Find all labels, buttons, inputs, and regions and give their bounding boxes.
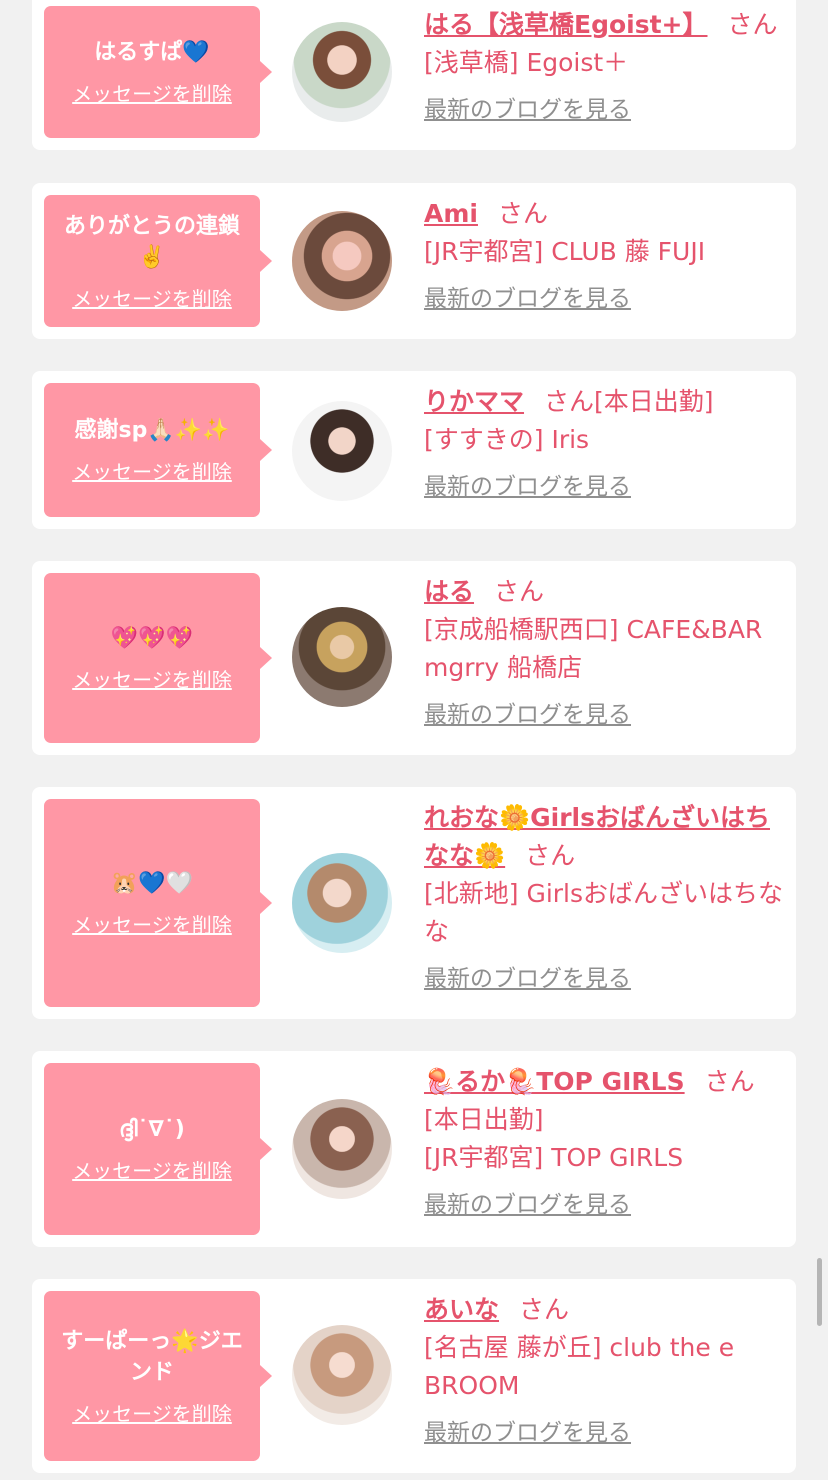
shop-text: [すすきの] Iris <box>424 425 590 454</box>
latest-blog-link[interactable]: 最新のブログを見る <box>424 695 631 729</box>
message-text: すーぱーっ🌟ジエンド <box>61 1328 243 1385</box>
scrollbar-thumb[interactable] <box>817 1258 822 1326</box>
message-card: 🐹💙🤍 メッセージを削除 れおな🌼Girlsおばんざいはちなな🌼 さん [北新地]… <box>32 787 796 1019</box>
message-card: ありがとうの連鎖✌️ メッセージを削除 Ami さん [JR宇都宮] CLUB 藤… <box>32 183 796 339</box>
message-bubble: 🐹💙🤍 メッセージを削除 <box>44 799 272 1007</box>
avatar[interactable] <box>292 1099 392 1199</box>
avatar[interactable] <box>292 853 392 953</box>
cast-name-link[interactable]: 🪼るか🪼TOP GIRLS <box>424 1067 685 1096</box>
latest-blog-link[interactable]: 最新のブログを見る <box>424 1413 631 1447</box>
message-bubble: はるすぱ💙 メッセージを削除 <box>44 6 272 138</box>
delete-message-link[interactable]: メッセージを削除 <box>72 664 232 693</box>
cast-name-line: はる【浅草橋Egoist+】 さん <box>424 6 784 44</box>
delete-message-link[interactable]: メッセージを削除 <box>72 909 232 938</box>
cast-name-link[interactable]: れおな🌼Girlsおばんざいはちなな🌼 <box>424 803 770 870</box>
avatar[interactable] <box>292 1325 392 1425</box>
delete-message-link[interactable]: メッセージを削除 <box>72 78 232 107</box>
honorific: さん <box>525 841 576 870</box>
cast-info: はる【浅草橋Egoist+】 さん [浅草橋] Egoist＋ 最新のブログを見る <box>424 6 784 124</box>
cast-info: れおな🌼Girlsおばんざいはちなな🌼 さん [北新地] Girlsおばんざいはち… <box>424 799 784 993</box>
message-card: 感謝sp🙏🏻✨✨ メッセージを削除 りかママ さん[本日出勤] [すすきの] Ir… <box>32 371 796 529</box>
cast-name-line: りかママ さん[本日出勤] <box>424 383 784 421</box>
message-text: はるすぱ💙 <box>94 40 210 65</box>
shop-text: [本日出勤] <box>424 1105 544 1134</box>
status-tag: [本日出勤] <box>594 387 714 416</box>
delete-message-link[interactable]: メッセージを削除 <box>72 1155 232 1184</box>
shop-text: [JR宇都宮] CLUB 藤 FUJI <box>424 237 706 266</box>
honorific: さん <box>704 1067 755 1096</box>
message-card: すーぱーっ🌟ジエンド メッセージを削除 あいな さん [名古屋 藤が丘] club… <box>32 1279 796 1473</box>
honorific: さん <box>519 1295 570 1324</box>
cast-info: 🪼るか🪼TOP GIRLS さん [本日出勤] [JR宇都宮] TOP GIRLS… <box>424 1063 784 1219</box>
cast-name-line: Ami さん <box>424 195 784 233</box>
cast-name-line: れおな🌼Girlsおばんざいはちなな🌼 さん <box>424 799 784 875</box>
latest-blog-link[interactable]: 最新のブログを見る <box>424 1185 631 1219</box>
shop-text: [京成船橋駅西口] CAFE&BAR mgrry 船橋店 <box>424 615 763 682</box>
message-card: 💖💖💖 メッセージを削除 はる さん [京成船橋駅西口] CAFE&BAR mgr… <box>32 561 796 755</box>
message-bubble: ദ്ദി˙∇˙) メッセージを削除 <box>44 1063 272 1235</box>
message-bubble: 感謝sp🙏🏻✨✨ メッセージを削除 <box>44 383 272 517</box>
delete-message-link[interactable]: メッセージを削除 <box>72 283 232 312</box>
cast-name-link[interactable]: はる <box>424 577 474 606</box>
cast-info: りかママ さん[本日出勤] [すすきの] Iris 最新のブログを見る <box>424 383 784 501</box>
latest-blog-link[interactable]: 最新のブログを見る <box>424 279 631 313</box>
message-text: 💖💖💖 <box>110 626 194 651</box>
shop-text: [浅草橋] Egoist＋ <box>424 48 629 77</box>
message-text: 🐹💙🤍 <box>110 871 194 896</box>
avatar[interactable] <box>292 401 392 501</box>
cast-name-line: 🪼るか🪼TOP GIRLS さん <box>424 1063 784 1101</box>
avatar[interactable] <box>292 607 392 707</box>
avatar[interactable] <box>292 22 392 122</box>
honorific: さん <box>727 10 778 39</box>
cast-name-link[interactable]: はる【浅草橋Egoist+】 <box>424 10 708 39</box>
latest-blog-link[interactable]: 最新のブログを見る <box>424 959 631 993</box>
message-text: ദ്ദി˙∇˙) <box>119 1117 185 1142</box>
cast-name-link[interactable]: あいな <box>424 1295 499 1324</box>
message-text: 感謝sp🙏🏻✨✨ <box>74 418 230 443</box>
shop-text: [名古屋 藤が丘] club the e BROOM <box>424 1333 735 1400</box>
cast-name-line: あいな さん <box>424 1291 784 1329</box>
cast-info: あいな さん [名古屋 藤が丘] club the e BROOM 最新のブログを… <box>424 1291 784 1447</box>
delete-message-link[interactable]: メッセージを削除 <box>72 456 232 485</box>
latest-blog-link[interactable]: 最新のブログを見る <box>424 90 631 124</box>
shop-text: [北新地] Girlsおばんざいはちなな <box>424 879 784 946</box>
cast-name-link[interactable]: りかママ <box>424 387 524 416</box>
message-bubble: ありがとうの連鎖✌️ メッセージを削除 <box>44 195 272 327</box>
honorific: さん <box>544 387 595 416</box>
shop-text: [JR宇都宮] TOP GIRLS <box>424 1143 684 1172</box>
cast-info: はる さん [京成船橋駅西口] CAFE&BAR mgrry 船橋店 最新のブログ… <box>424 573 784 729</box>
avatar[interactable] <box>292 211 392 311</box>
cast-info: Ami さん [JR宇都宮] CLUB 藤 FUJI 最新のブログを見る <box>424 195 784 313</box>
message-text: ありがとうの連鎖✌️ <box>63 213 240 270</box>
delete-message-link[interactable]: メッセージを削除 <box>72 1398 232 1427</box>
latest-blog-link[interactable]: 最新のブログを見る <box>424 467 631 501</box>
cast-name-link[interactable]: Ami <box>424 199 478 228</box>
honorific: さん <box>497 199 548 228</box>
message-bubble: 💖💖💖 メッセージを削除 <box>44 573 272 743</box>
message-bubble: すーぱーっ🌟ジエンド メッセージを削除 <box>44 1291 272 1461</box>
message-card: はるすぱ💙 メッセージを削除 はる【浅草橋Egoist+】 さん [浅草橋] Eg… <box>32 0 796 150</box>
message-card: ദ്ദി˙∇˙) メッセージを削除 🪼るか🪼TOP GIRLS さん [本日出勤]… <box>32 1051 796 1247</box>
cast-name-line: はる さん <box>424 573 784 611</box>
honorific: さん <box>494 577 545 606</box>
